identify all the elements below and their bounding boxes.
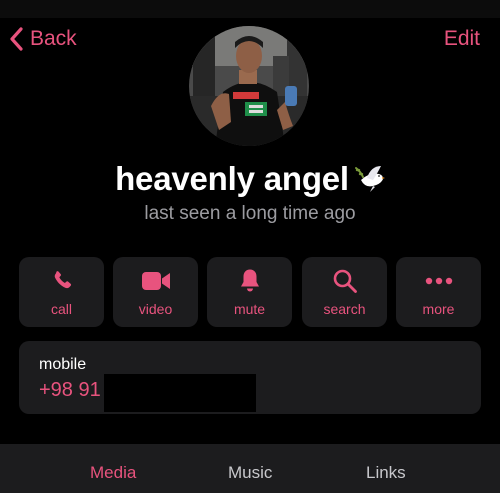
phone-number[interactable]: +98 91 [39,379,101,402]
bell-icon [240,269,259,292]
action-buttons-row: call video mute search more [19,257,481,327]
call-button[interactable]: call [19,257,104,327]
mute-button[interactable]: mute [207,257,292,327]
avatar[interactable] [189,26,309,146]
edit-button[interactable]: Edit [444,24,480,54]
tab-music[interactable]: Music [228,463,272,483]
contact-name: heavenly angel [115,160,349,197]
mute-label: mute [233,301,266,317]
back-label: Back [30,27,77,50]
video-label: video [138,301,173,317]
dove-emoji-icon [354,166,385,192]
back-button[interactable]: Back [8,24,77,54]
status-bar-strip [0,0,500,18]
phone-type-label: mobile [39,356,87,373]
call-label: call [50,301,72,317]
profile-photo [189,26,309,146]
chevron-left-icon [10,27,23,51]
phone-icon [54,271,71,289]
video-camera-icon [141,272,170,290]
magnifier-icon [333,269,357,293]
video-button[interactable]: video [113,257,198,327]
tab-links[interactable]: Links [366,463,406,483]
more-label: more [422,301,455,317]
media-tab-bar: Media Music Links [0,444,500,493]
more-dots-icon [425,277,452,285]
search-button[interactable]: search [302,257,387,327]
last-seen-status: last seen a long time ago [144,203,356,224]
redaction-block [104,374,256,412]
tab-media[interactable]: Media [90,463,136,483]
search-label: search [323,301,366,317]
phone-info-card: mobile +98 91 [19,341,481,414]
more-button[interactable]: more [396,257,481,327]
